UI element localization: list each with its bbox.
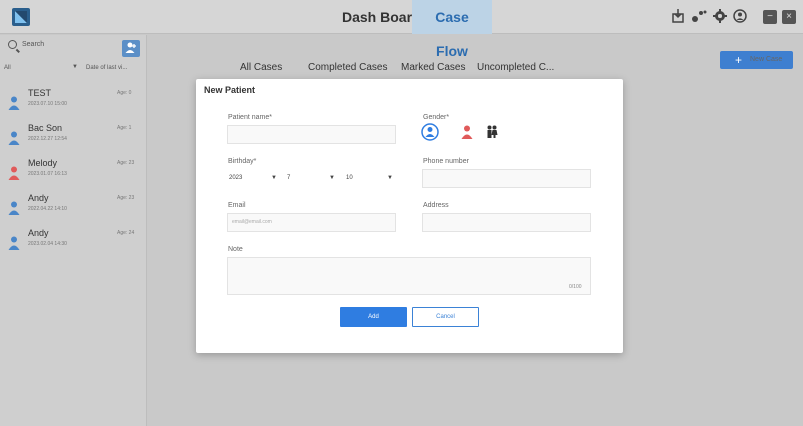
birthday-year-select[interactable]: 2023 [229, 175, 242, 181]
birthday-month-select[interactable]: 7 [287, 175, 290, 181]
patient-date: 2023.02.04 14:30 [28, 241, 67, 247]
address-label: Address [423, 202, 449, 209]
chevron-down-icon[interactable]: ▼ [72, 64, 78, 70]
import-icon[interactable] [670, 9, 686, 25]
birthday-day-select[interactable]: 10 [346, 175, 353, 181]
patient-date: 2023.01.07 16:13 [28, 171, 67, 177]
add-patient-button[interactable] [122, 40, 140, 57]
patient-age: Age: 1 [117, 125, 132, 131]
chevron-down-icon[interactable]: ▼ [271, 175, 277, 181]
tab-completed-cases[interactable]: Completed Cases [308, 62, 387, 73]
patient-name: Melody [28, 158, 58, 168]
new-patient-dialog: New Patient Patient name* Gender* Birthd… [196, 79, 623, 353]
patient-name: TEST [28, 88, 52, 98]
patient-age: Age: 0 [117, 90, 132, 96]
email-field[interactable]: email@email.com [227, 213, 396, 232]
patient-name-label: Patient name* [228, 114, 272, 121]
tab-uncompleted-cases[interactable]: Uncompleted C... [477, 62, 554, 73]
birthday-label: Birthday* [228, 158, 257, 165]
nav-case-flow[interactable]: Case Flow [412, 0, 492, 59]
new-case-label: New Case [750, 56, 783, 63]
tab-marked-cases[interactable]: Marked Cases [401, 62, 465, 73]
app-logo [12, 8, 30, 26]
share-icon[interactable] [691, 9, 707, 25]
new-case-button[interactable]: + New Case [720, 51, 793, 69]
patient-list-item[interactable]: Melody 2023.01.07 16:13 Age: 23 [0, 157, 146, 190]
search-input[interactable]: Search [22, 41, 44, 48]
patient-name: Bac Son [28, 123, 63, 133]
email-label: Email [228, 202, 246, 209]
dialog-title: New Patient [204, 85, 256, 95]
male-gender-icon[interactable] [421, 123, 439, 141]
gender-label: Gender* [423, 114, 450, 121]
male-patient-icon [8, 236, 20, 250]
female-patient-icon [8, 166, 20, 180]
minimize-icon[interactable]: − [763, 10, 777, 24]
address-field[interactable] [422, 213, 591, 232]
add-button[interactable]: Add [340, 307, 407, 327]
filter-select[interactable]: All [4, 65, 11, 71]
sort-select[interactable]: Date of last vi... [86, 65, 127, 71]
patient-list-item[interactable]: TEST 2023.07.10 15:00 Age: 0 [0, 87, 146, 120]
male-patient-icon [8, 131, 20, 145]
close-icon[interactable]: × [782, 10, 796, 24]
plus-icon: + [735, 53, 743, 67]
chevron-down-icon[interactable]: ▼ [387, 175, 393, 181]
phone-field[interactable] [422, 169, 591, 188]
note-counter: 0/100 [569, 284, 582, 290]
male-patient-icon [8, 96, 20, 110]
patient-age: Age: 23 [117, 160, 135, 166]
note-field[interactable] [227, 257, 591, 295]
phone-label: Phone number [423, 158, 469, 165]
settings-icon[interactable] [712, 9, 728, 25]
filter-row: All ▼ Date of last vi... [0, 63, 146, 75]
patient-list-item[interactable]: Bac Son 2022.12.27 12:54 Age: 1 [0, 122, 146, 155]
chevron-down-icon[interactable]: ▼ [329, 175, 335, 181]
patient-date: 2023.07.10 15:00 [28, 101, 67, 107]
cancel-button[interactable]: Cancel [412, 307, 479, 327]
patient-sidebar: Search All ▼ Date of last vi... TEST 202… [0, 35, 147, 426]
patient-date: 2022.04.22 14:10 [28, 206, 67, 212]
patient-name: Andy [28, 228, 49, 238]
patient-date: 2022.12.27 12:54 [28, 136, 67, 142]
patient-name-field[interactable] [227, 125, 396, 144]
female-gender-icon[interactable] [461, 125, 473, 139]
patient-list-item[interactable]: Andy 2022.04.22 14:10 Age: 23 [0, 192, 146, 225]
patient-age: Age: 24 [117, 230, 135, 236]
patient-name: Andy [28, 193, 49, 203]
note-label: Note [228, 246, 243, 253]
male-patient-icon [8, 201, 20, 215]
patient-age: Age: 23 [117, 195, 135, 201]
other-gender-icon[interactable] [486, 125, 498, 139]
user-icon[interactable] [732, 9, 748, 25]
tab-all-cases[interactable]: All Cases [240, 62, 282, 73]
patient-list-item[interactable]: Andy 2023.02.04 14:30 Age: 24 [0, 227, 146, 260]
search-icon [8, 40, 17, 49]
top-bar: Dash Board Case Flow − × [0, 0, 803, 59]
